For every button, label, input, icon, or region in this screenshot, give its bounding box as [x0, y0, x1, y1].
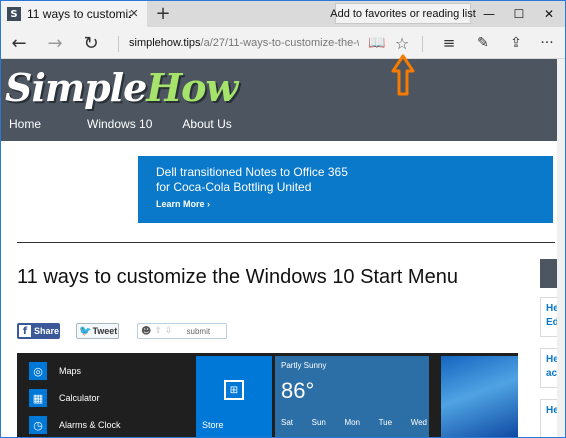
weather-temperature: 86°: [281, 378, 315, 403]
toolbar-separator: [422, 36, 423, 52]
start-item-alarms: ◷ Alarms & Clock: [29, 415, 121, 435]
favorite-star-icon[interactable]: ☆: [390, 31, 414, 55]
close-window-button[interactable]: ✕: [534, 1, 564, 27]
navigation-bar: ← → ↻ simplehow.tips/a/27/11-ways-to-cus…: [1, 27, 565, 59]
maximize-button[interactable]: ☐: [504, 1, 534, 27]
ad-learn-more-link[interactable]: Learn More ›: [156, 199, 210, 209]
site-nav: Home Windows 10 About Us: [1, 117, 232, 137]
favorites-tooltip: Add to favorites or reading list: [330, 3, 476, 24]
site-favicon-icon: S: [7, 7, 21, 21]
browser-tab[interactable]: S 11 ways to customize the ✕: [1, 1, 147, 27]
sidebar-header: [540, 259, 557, 288]
maps-icon: ◎: [29, 362, 47, 380]
hub-icon[interactable]: ≡: [437, 31, 461, 55]
start-item-label: Maps: [59, 366, 82, 376]
start-item-calculator: ▦ Calculator: [29, 388, 100, 408]
start-menu-screenshot: ◎ Maps ▦ Calculator ◷ Alarms & Clock ⊞ S…: [17, 353, 518, 437]
site-logo[interactable]: SimpleHow: [5, 65, 238, 110]
sidebar-article-text: Ed: [546, 317, 557, 328]
annotation-arrow-icon: [391, 54, 415, 96]
weather-day: Mon: [344, 418, 360, 427]
weather-forecast-days: Sat Sun Mon Tue Wed: [281, 418, 427, 427]
facebook-icon: f: [19, 325, 31, 337]
sidebar-article-text: ac: [546, 368, 557, 379]
advertisement-banner[interactable]: Dell transitioned Notes to Office 365 fo…: [138, 156, 553, 223]
downvote-arrow-icon[interactable]: ⇩: [165, 326, 173, 336]
reddit-submit-button[interactable]: ☻ ⇧ ⇩ submit: [137, 323, 227, 339]
address-bar[interactable]: simplehow.tips/a/27/11-ways-to-customize…: [129, 35, 359, 51]
tweet-button[interactable]: 🐦 Tweet: [76, 323, 119, 339]
store-tile-label: Store: [202, 420, 224, 430]
weather-day: Sun: [311, 418, 326, 427]
share-icon[interactable]: ⇪: [504, 31, 528, 55]
sidebar-article-text: He: [546, 405, 557, 416]
back-icon[interactable]: ←: [7, 31, 31, 55]
twitter-bird-icon: 🐦: [79, 325, 92, 337]
reading-view-icon[interactable]: 📖: [365, 31, 389, 55]
logo-simple: Simple: [5, 65, 147, 110]
photo-tile: [441, 356, 518, 437]
reddit-submit-label: submit: [186, 326, 211, 336]
calculator-icon: ▦: [29, 389, 47, 407]
more-icon[interactable]: ···: [535, 31, 559, 55]
site-header: SimpleHow Home Windows 10 About Us: [1, 59, 557, 141]
upvote-arrow-icon[interactable]: ⇧: [154, 326, 162, 336]
title-bar: S 11 ways to customize the ✕ + Add to fa…: [1, 1, 565, 27]
start-item-maps: ◎ Maps: [29, 361, 81, 381]
refresh-icon[interactable]: ↻: [79, 31, 103, 55]
weather-condition: Partly Sunny: [281, 361, 327, 370]
forward-icon[interactable]: →: [43, 31, 67, 55]
address-path: /a/27/11-ways-to-customize-the-windo: [200, 37, 359, 49]
address-separator: [118, 36, 119, 52]
weather-day: Tue: [378, 418, 393, 427]
sidebar-article-text: He: [546, 303, 557, 314]
web-page: SimpleHow Home Windows 10 About Us Dell …: [1, 59, 557, 437]
browser-window: S 11 ways to customize the ✕ + Add to fa…: [0, 0, 566, 438]
store-bag-icon: ⊞: [224, 380, 244, 400]
tab-close-icon[interactable]: ✕: [127, 7, 141, 21]
reddit-alien-icon: ☻: [141, 325, 152, 337]
page-scrollbar[interactable]: [557, 59, 565, 437]
ad-headline-line-2: for Coca-Cola Bottling United: [156, 180, 312, 194]
web-note-icon[interactable]: ✎: [471, 31, 495, 55]
sidebar-article-text: He: [546, 354, 557, 365]
article-title: 11 ways to customize the Windows 10 Star…: [17, 266, 458, 288]
sidebar-article-2[interactable]: He ac: [540, 348, 557, 388]
tweet-label: Tweet: [92, 326, 118, 336]
facebook-share-label: Share: [34, 326, 60, 336]
tab-title: 11 ways to customize the: [27, 7, 131, 21]
start-item-label: Calculator: [59, 393, 100, 403]
share-buttons: f Share 🐦 Tweet ☻ ⇧ ⇩ submit: [17, 323, 227, 339]
facebook-share-button[interactable]: f Share: [17, 323, 60, 339]
new-tab-button[interactable]: +: [153, 4, 173, 24]
minimize-button[interactable]: —: [474, 1, 504, 27]
weather-tile: Partly Sunny 86° Sat Sun Mon Tue Wed: [275, 356, 429, 437]
nav-home[interactable]: Home: [9, 117, 41, 137]
start-app-list: ◎ Maps ▦ Calculator ◷ Alarms & Clock: [17, 353, 195, 437]
nav-about-us[interactable]: About Us: [182, 117, 231, 137]
weather-day: Sat: [281, 418, 294, 427]
clock-icon: ◷: [29, 416, 47, 434]
content-divider: [17, 242, 555, 243]
store-tile: ⊞ Store: [196, 356, 272, 437]
weather-day: Wed: [410, 418, 427, 427]
logo-how: How: [146, 65, 238, 110]
start-item-label: Alarms & Clock: [59, 420, 121, 430]
ad-headline-line-1: Dell transitioned Notes to Office 365: [156, 165, 348, 179]
sidebar-article-3[interactable]: He: [540, 399, 557, 437]
address-host: simplehow.tips: [129, 37, 201, 49]
nav-windows-10[interactable]: Windows 10: [87, 117, 152, 137]
sidebar-article-1[interactable]: He Ed: [540, 297, 557, 337]
